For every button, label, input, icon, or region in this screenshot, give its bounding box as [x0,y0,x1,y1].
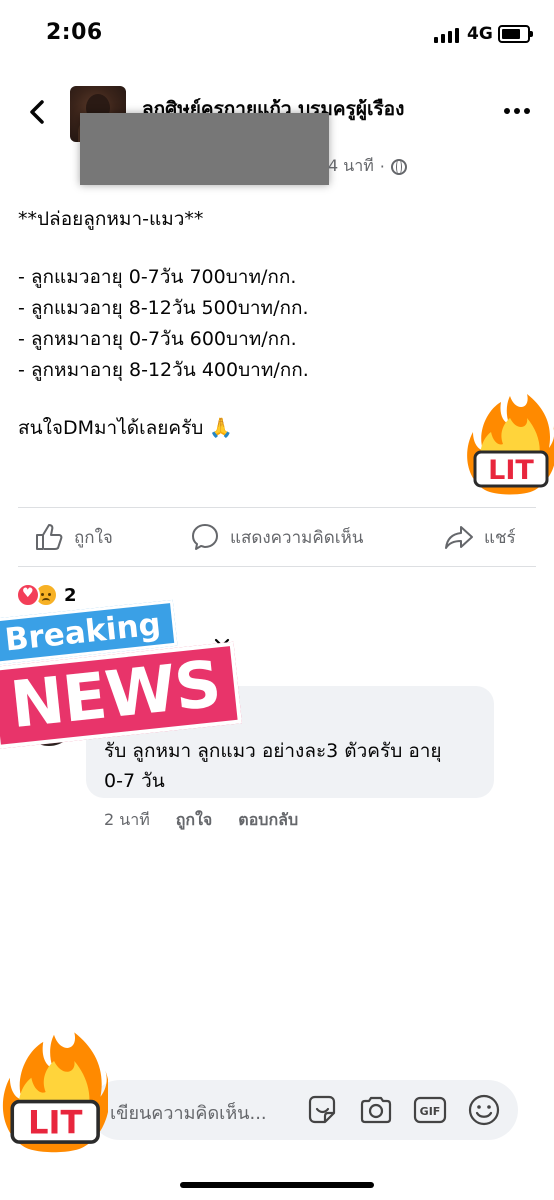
comment-text-line: 0-7 วัน [104,770,165,792]
reaction-summary[interactable]: 2 [16,583,77,607]
comment-time: 2 นาที [104,810,150,829]
share-button[interactable]: แชร์ [444,522,516,552]
comment-meta: 2 นาที ถูกใจ ตอบกลับ [104,808,298,833]
love-reaction-icon [16,583,40,607]
comment-like-link[interactable]: ถูกใจ [176,808,213,833]
battery-icon [498,25,533,43]
thumbs-up-icon [36,524,63,550]
signal-icon [434,28,459,43]
post-line: - ลูกแมวอายุ 0-7วัน 700บาท/กก. [18,266,297,288]
home-indicator[interactable] [180,1182,374,1188]
post-cta-line: สนใจDMมาได้เลยครับ 🙏 [18,417,234,439]
reaction-count: 2 [64,584,77,606]
breaking-news-sticker: Breaking NEWS [0,591,242,755]
post-line: - ลูกหมาอายุ 8-12วัน 400บาท/กก. [18,359,309,381]
post-line: - ลูกหมาอายุ 0-7วัน 600บาท/กก. [18,328,297,350]
gif-label: GIF [420,1105,441,1118]
network-label: 4G [467,24,493,44]
post-time[interactable]: 4 นาที [328,154,374,179]
status-time: 2:06 [46,20,103,45]
camera-icon[interactable] [358,1092,394,1128]
redaction-box [80,113,329,185]
globe-icon [390,158,407,175]
comment-button[interactable]: แสดงความคิดเห็น [190,522,363,552]
post-meta: 4 นาที · [328,154,407,179]
comment-reply-link[interactable]: ตอบกลับ [238,808,298,833]
lit-text: LIT [488,455,534,486]
divider [18,507,536,508]
lit-text: LIT [28,1104,82,1142]
emoji-icon[interactable] [466,1092,502,1128]
more-options-icon[interactable] [504,108,530,114]
like-button[interactable]: ถูกใจ [34,522,113,552]
sticker-icon[interactable] [304,1092,340,1128]
post-line: - ลูกแมวอายุ 8-12วัน 500บาท/กก. [18,297,309,319]
lit-fire-sticker: LIT [467,394,554,495]
back-arrow-icon[interactable] [24,98,52,126]
comment-input[interactable]: เขียนความคิดเห็น... [110,1098,267,1127]
divider [18,566,536,567]
comment-label: แสดงความคิดเห็น [230,527,364,548]
share-arrow-icon [445,526,473,549]
share-label: แชร์ [484,527,516,548]
meta-separator: · [379,157,385,176]
comment-bubble-icon [192,524,218,550]
gif-icon[interactable]: GIF [412,1092,448,1128]
like-label: ถูกใจ [74,527,113,548]
post-title-line: **ปล่อยลูกหมา-แมว** [18,208,204,230]
comment-text-line: รับ ลูกหมา ลูกแมว อย่างละ3 ตัวครับ อายุ [104,740,442,762]
lit-fire-sticker: LIT [2,1032,108,1153]
